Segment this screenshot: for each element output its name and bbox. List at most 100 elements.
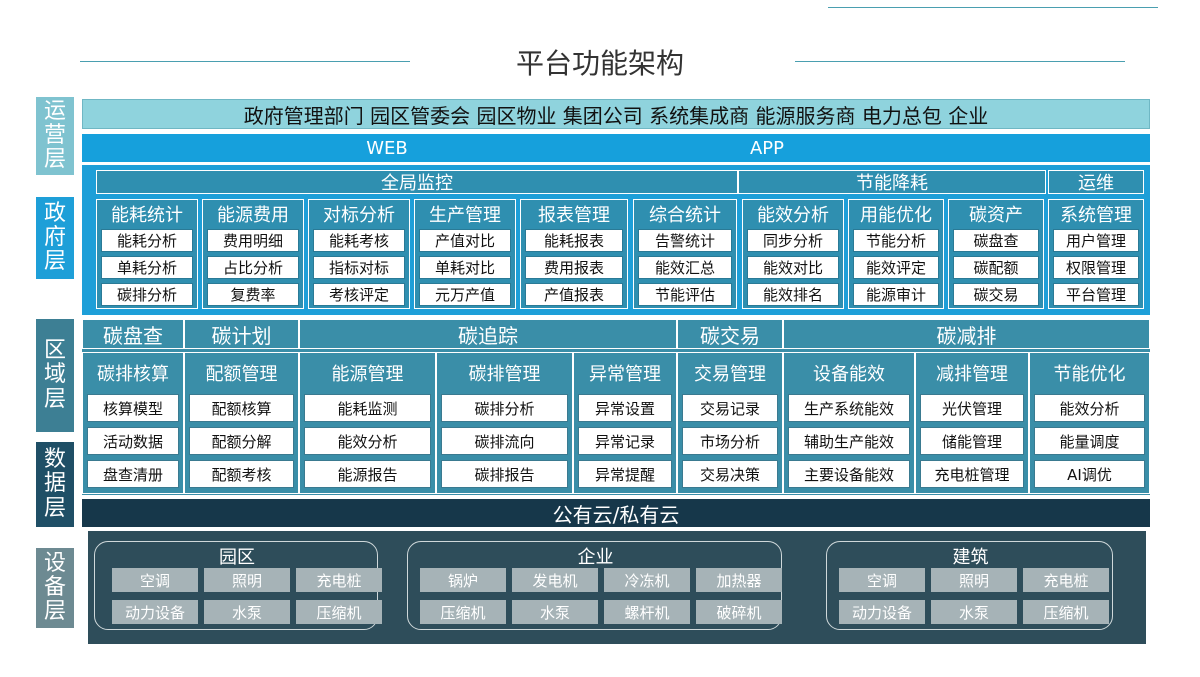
gov-module-item[interactable]: 能耗分析 <box>101 229 193 252</box>
device-item[interactable]: 破碎机 <box>696 600 782 624</box>
device-item[interactable]: 空调 <box>839 568 925 592</box>
device-item[interactable]: 动力设备 <box>839 600 925 624</box>
web-app-bar: WEB APP <box>82 134 1150 162</box>
device-item[interactable]: 加热器 <box>696 568 782 592</box>
gov-module-title: 能耗统计 <box>111 205 183 226</box>
gov-module-item[interactable]: 节能分析 <box>853 229 939 252</box>
region-module-item[interactable]: 储能管理 <box>920 427 1024 455</box>
gov-module-item[interactable]: 费用报表 <box>525 256 623 279</box>
gov-group-header: 运维 <box>1048 170 1144 194</box>
gov-module: 生产管理 产值对比 单耗对比 元万产值 <box>414 199 516 309</box>
device-item[interactable]: 压缩机 <box>1023 600 1109 624</box>
gov-module-item[interactable]: 元万产值 <box>419 283 511 306</box>
gov-module-item[interactable]: 产值对比 <box>419 229 511 252</box>
gov-module-item[interactable]: 能耗报表 <box>525 229 623 252</box>
region-module-item[interactable]: 能耗监测 <box>304 394 431 422</box>
layer-label-ops: 运营层 <box>36 97 74 175</box>
device-item[interactable]: 动力设备 <box>112 600 198 624</box>
region-module-item[interactable]: 碳排流向 <box>441 427 568 455</box>
gov-module-title: 综合统计 <box>649 205 721 226</box>
region-module-item[interactable]: 生产系统能效 <box>788 394 910 422</box>
gov-module-item[interactable]: 平台管理 <box>1053 283 1139 306</box>
gov-module-item[interactable]: 能效评定 <box>853 256 939 279</box>
gov-module-item[interactable]: 单耗分析 <box>101 256 193 279</box>
region-group-header: 碳交易 <box>677 319 783 349</box>
gov-module-item[interactable]: 复费率 <box>207 283 299 306</box>
region-module: 交易管理 交易记录 市场分析 交易决策 <box>677 352 783 494</box>
region-module-item[interactable]: 辅助生产能效 <box>788 427 910 455</box>
device-item[interactable]: 锅炉 <box>420 568 506 592</box>
region-module: 异常管理 异常设置 异常记录 异常提醒 <box>573 352 677 494</box>
gov-module-item[interactable]: 权限管理 <box>1053 256 1139 279</box>
gov-module-item[interactable]: 告警统计 <box>638 229 732 252</box>
gov-module-item[interactable]: 能效排名 <box>747 283 839 306</box>
device-item[interactable]: 冷冻机 <box>604 568 690 592</box>
gov-module-item[interactable]: 用户管理 <box>1053 229 1139 252</box>
device-item[interactable]: 空调 <box>112 568 198 592</box>
gov-module: 系统管理 用户管理 权限管理 平台管理 <box>1048 199 1144 309</box>
region-module-item[interactable]: 碳排分析 <box>441 394 568 422</box>
gov-module: 对标分析 能耗考核 指标对标 考核评定 <box>308 199 410 309</box>
region-module-item[interactable]: 碳排报告 <box>441 460 568 488</box>
region-module-item[interactable]: 能效分析 <box>304 427 431 455</box>
gov-module-item[interactable]: 节能评估 <box>638 283 732 306</box>
device-item[interactable]: 螺杆机 <box>604 600 690 624</box>
region-module-title: 设备能效 <box>813 364 885 385</box>
region-module-item[interactable]: 市场分析 <box>682 427 778 455</box>
gov-module-item[interactable]: 碳盘查 <box>953 229 1039 252</box>
gov-module-item[interactable]: 同步分析 <box>747 229 839 252</box>
gov-module-item[interactable]: 碳配额 <box>953 256 1039 279</box>
gov-module-item[interactable]: 能源审计 <box>853 283 939 306</box>
region-module-item[interactable]: 光伏管理 <box>920 394 1024 422</box>
region-module-item[interactable]: 异常记录 <box>578 427 672 455</box>
gov-module: 用能优化 节能分析 能效评定 能源审计 <box>848 199 944 309</box>
gov-module-title: 报表管理 <box>538 205 610 226</box>
gov-module: 综合统计告警统计能效汇总节能评估 <box>633 199 737 309</box>
gov-module-item[interactable]: 能效汇总 <box>638 256 732 279</box>
region-module: 能源管理 能耗监测 能效分析 能源报告 <box>299 352 436 494</box>
region-module-item[interactable]: 交易记录 <box>682 394 778 422</box>
stakeholder-bar: 政府管理部门 园区管委会 园区物业 集团公司 系统集成商 能源服务商 电力总包 … <box>82 99 1150 129</box>
region-module-item[interactable]: 活动数据 <box>87 427 179 455</box>
region-module-item[interactable]: 配额核算 <box>189 394 294 422</box>
region-module-item[interactable]: 异常提醒 <box>578 460 672 488</box>
gov-module: 碳资产 碳盘查 碳配额 碳交易 <box>948 199 1044 309</box>
gov-module: 能源费用 费用明细 占比分析 复费率 <box>202 199 304 309</box>
device-item[interactable]: 压缩机 <box>296 600 382 624</box>
device-item[interactable]: 充电桩 <box>1023 568 1109 592</box>
device-item[interactable]: 水泵 <box>204 600 290 624</box>
device-item[interactable]: 压缩机 <box>420 600 506 624</box>
device-item[interactable]: 照明 <box>204 568 290 592</box>
device-item[interactable]: 照明 <box>931 568 1017 592</box>
region-module-item[interactable]: 能效分析 <box>1034 394 1145 422</box>
device-item[interactable]: 发电机 <box>512 568 598 592</box>
device-item[interactable]: 充电桩 <box>296 568 382 592</box>
region-module-item[interactable]: 能源报告 <box>304 460 431 488</box>
layer-label-data: 数据层 <box>36 442 74 527</box>
gov-module-item[interactable]: 考核评定 <box>313 283 405 306</box>
region-module-item[interactable]: 交易决策 <box>682 460 778 488</box>
gov-module-item[interactable]: 能效对比 <box>747 256 839 279</box>
gov-module-item[interactable]: 占比分析 <box>207 256 299 279</box>
device-item[interactable]: 水泵 <box>512 600 598 624</box>
region-module-item[interactable]: 配额考核 <box>189 460 294 488</box>
gov-module-item[interactable]: 单耗对比 <box>419 256 511 279</box>
region-module-item[interactable]: 核算模型 <box>87 394 179 422</box>
gov-module-item[interactable]: 费用明细 <box>207 229 299 252</box>
region-module-item[interactable]: 能量调度 <box>1034 427 1145 455</box>
region-module-item[interactable]: 主要设备能效 <box>788 460 910 488</box>
region-module-item[interactable]: 盘查清册 <box>87 460 179 488</box>
gov-module-item[interactable]: 产值报表 <box>525 283 623 306</box>
gov-module-item[interactable]: 碳排分析 <box>101 283 193 306</box>
device-item[interactable]: 水泵 <box>931 600 1017 624</box>
gov-module-item[interactable]: 指标对标 <box>313 256 405 279</box>
device-layer-panel: 园区 空调 照明 充电桩 动力设备 水泵 压缩机 企业 锅炉 发电机 冷冻机 加热器 压缩机 水泵 螺杆机破… <box>88 531 1146 644</box>
region-module-item[interactable]: AI调优 <box>1034 460 1145 488</box>
gov-module-item[interactable]: 能耗考核 <box>313 229 405 252</box>
region-module-item[interactable]: 充电桩管理 <box>920 460 1024 488</box>
region-module-item[interactable]: 配额分解 <box>189 427 294 455</box>
region-module: 减排管理 光伏管理 储能管理 充电桩管理 <box>915 352 1029 494</box>
region-module-item[interactable]: 异常设置 <box>578 394 672 422</box>
gov-layer-panel: 全局监控 节能降耗 运维 能耗统计 能耗分析 单耗分析 碳排分析 能源费用 费用明细 占比分析 复费… <box>82 165 1150 315</box>
gov-module-item[interactable]: 碳交易 <box>953 283 1039 306</box>
